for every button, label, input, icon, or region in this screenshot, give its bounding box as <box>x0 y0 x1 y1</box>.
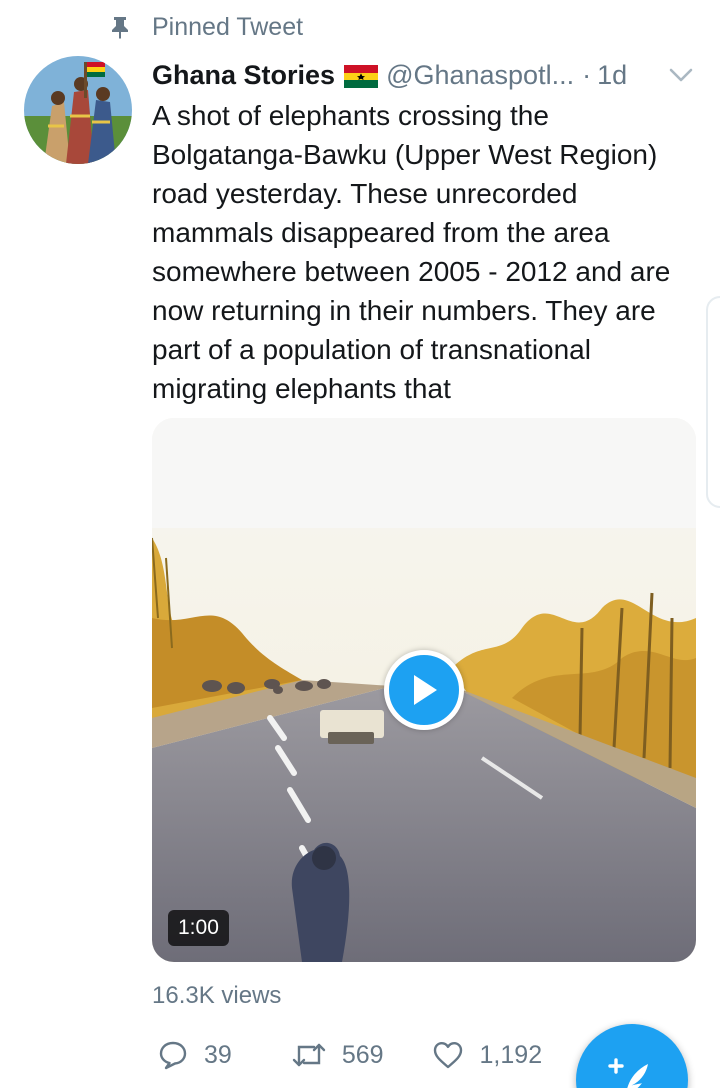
tweet-text: A shot of elephants crossing the Bolgata… <box>152 100 671 404</box>
tweet-actions: 39 569 1,192 <box>152 1036 542 1074</box>
pin-icon <box>108 15 132 39</box>
pinned-tweet-indicator: Pinned Tweet <box>108 12 303 42</box>
separator-dot: · <box>582 59 592 90</box>
retweet-count: 569 <box>341 1040 384 1069</box>
author-name[interactable]: Ghana Stories <box>152 60 335 91</box>
view-count: 16.3K views <box>152 982 282 1009</box>
play-icon <box>414 675 437 705</box>
retweet-icon <box>292 1043 326 1067</box>
ghana-flag-icon <box>344 64 379 88</box>
reply-button[interactable]: 39 <box>158 1040 232 1070</box>
compose-tweet-button[interactable] <box>576 1024 688 1088</box>
retweet-button[interactable]: 569 <box>292 1041 384 1070</box>
like-button[interactable]: 1,192 <box>432 1040 543 1070</box>
compose-feather-icon <box>608 1058 648 1088</box>
chevron-down-icon[interactable] <box>668 62 694 88</box>
avatar[interactable] <box>24 56 132 164</box>
heart-icon <box>433 1042 462 1069</box>
author-handle[interactable]: @Ghanaspotl... <box>386 60 574 91</box>
play-button[interactable] <box>384 650 464 730</box>
reply-count: 39 <box>204 1040 232 1069</box>
video-player[interactable]: 1:00 <box>152 418 696 962</box>
reply-icon <box>159 1041 187 1070</box>
video-duration-badge: 1:00 <box>168 910 229 946</box>
tweet-header: Ghana Stories @Ghanaspotl... · 1d <box>152 58 700 92</box>
tweet-timestamp[interactable]: 1d <box>597 60 627 91</box>
pinned-label: Pinned Tweet <box>152 12 304 41</box>
like-count: 1,192 <box>479 1040 543 1069</box>
side-panel-handle[interactable] <box>706 296 720 508</box>
